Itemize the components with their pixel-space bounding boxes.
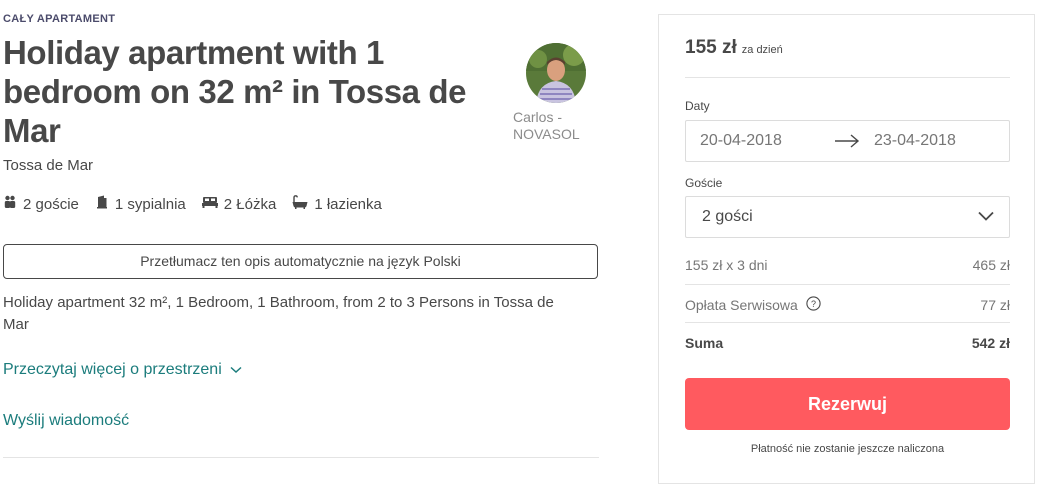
nights-calculation: 155 zł x 3 dni	[685, 257, 768, 273]
price-breakdown-service-fee: Opłata Serwisowa ? 77 zł	[685, 296, 1010, 314]
bathtub-icon	[292, 195, 314, 213]
total-label: Suma	[685, 335, 724, 351]
host-name[interactable]: Carlos - NOVASOL	[513, 109, 599, 143]
amenities-row: 2 goście 1 sypialnia 2 Łóżka 1 łazienka	[3, 195, 398, 213]
translate-description-button[interactable]: Przetłumacz ten opis automatycznie na ję…	[3, 244, 598, 279]
check-in-date[interactable]: 20-04-2018	[700, 132, 782, 150]
listing-type-kicker: CAŁY APARTAMENT	[3, 13, 116, 25]
booking-card: 155 zł za dzień Daty 20-04-2018 23-04-20…	[658, 14, 1035, 484]
price-total: Suma 542 zł	[685, 335, 1010, 351]
amenity-bedrooms: 1 sypialnia	[95, 195, 186, 213]
bedroom-icon	[95, 195, 115, 213]
guests-label: Goście	[685, 176, 723, 190]
svg-text:?: ?	[811, 299, 816, 309]
amenity-label: 2 goście	[23, 195, 79, 213]
guests-icon	[3, 195, 23, 213]
date-range-picker[interactable]: 20-04-2018 23-04-2018	[685, 120, 1010, 162]
guests-select[interactable]: 2 gości	[685, 196, 1010, 238]
amenity-label: 1 sypialnia	[114, 195, 186, 213]
listing-title: Holiday apartment with 1 bedroom on 32 m…	[3, 34, 467, 149]
arrow-right-icon	[834, 133, 860, 154]
service-fee-amount: 77 zł	[980, 297, 1010, 313]
service-fee-label-group: Opłata Serwisowa ?	[685, 296, 821, 314]
read-more-label[interactable]: Przeczytaj więcej o przestrzeni	[3, 361, 222, 379]
card-divider	[685, 284, 1010, 285]
question-circle-icon[interactable]: ?	[806, 296, 821, 314]
price-per-night: 155 zł za dzień	[685, 37, 783, 59]
check-out-date[interactable]: 23-04-2018	[874, 132, 956, 150]
bed-icon	[201, 195, 224, 213]
price-breakdown-nights: 155 zł x 3 dni 465 zł	[685, 257, 1010, 273]
amenity-bathrooms: 1 łazienka	[292, 195, 382, 213]
service-fee-label: Opłata Serwisowa	[685, 297, 798, 313]
dates-label: Daty	[685, 99, 710, 113]
amenity-beds: 2 Łóżka	[201, 195, 277, 213]
send-message-link[interactable]: Wyślij wiadomość	[3, 412, 129, 430]
read-more-link[interactable]: Przeczytaj więcej o przestrzeni	[3, 361, 242, 379]
amenity-guests: 2 goście	[3, 195, 79, 213]
price-unit: za dzień	[741, 44, 783, 56]
charge-note: Płatność nie zostanie jeszcze naliczona	[750, 443, 945, 455]
total-amount: 542 zł	[971, 335, 1010, 351]
amenity-label: 1 łazienka	[314, 195, 382, 213]
amenity-label: 2 Łóżka	[223, 195, 277, 213]
guests-value[interactable]: 2 gości	[702, 208, 753, 226]
chevron-down-icon[interactable]	[977, 209, 995, 227]
card-divider	[685, 77, 1010, 78]
listing-city[interactable]: Tossa de Mar	[3, 157, 93, 174]
nightly-price: 155 zł	[685, 37, 737, 58]
chevron-down-icon[interactable]	[222, 361, 242, 379]
host-avatar[interactable]	[526, 43, 586, 103]
listing-description: Holiday apartment 32 m², 1 Bedroom, 1 Ba…	[3, 294, 554, 333]
reserve-button[interactable]: Rezerwuj	[685, 378, 1010, 430]
section-divider	[3, 457, 599, 458]
nights-amount: 465 zł	[972, 257, 1010, 273]
card-divider	[685, 322, 1010, 323]
